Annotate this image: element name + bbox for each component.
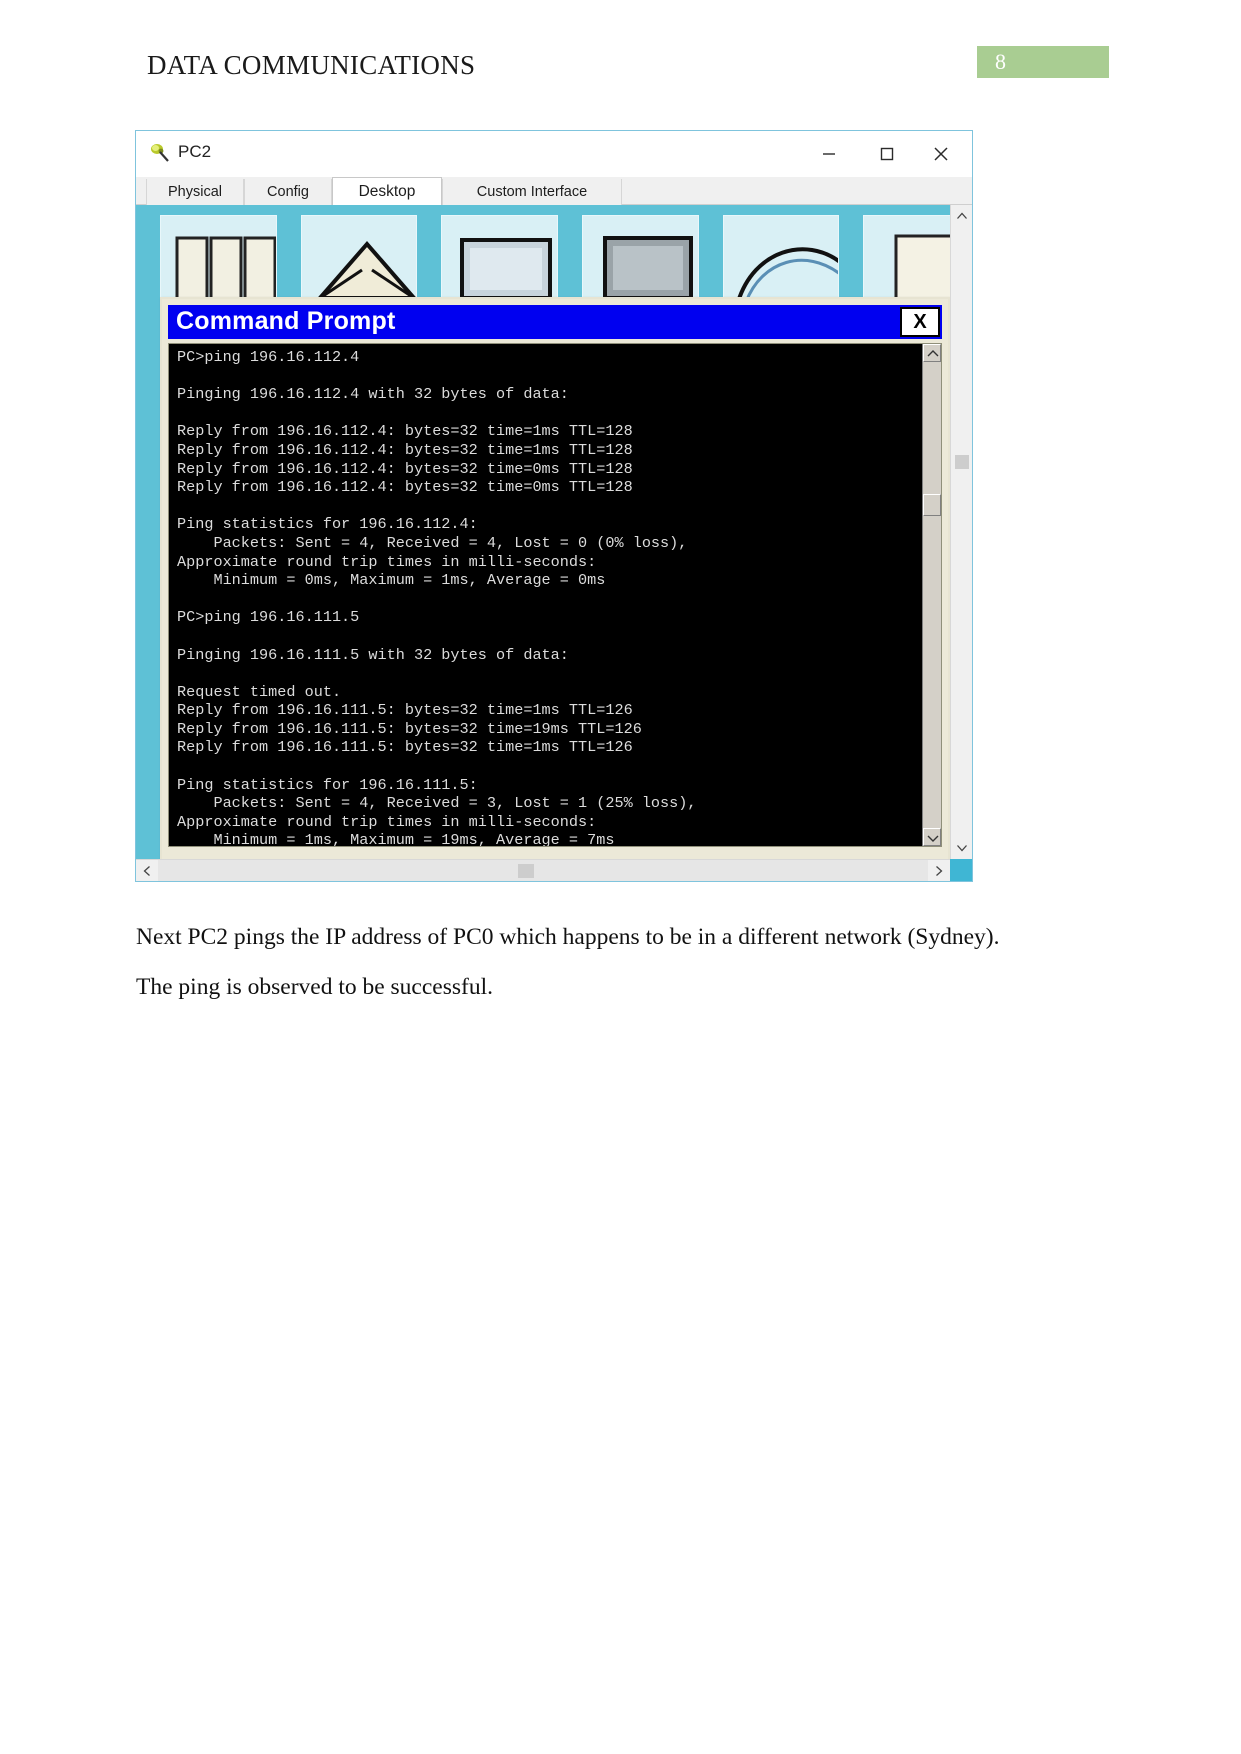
page-header: DATA COMMUNICATIONS 8	[0, 46, 1241, 92]
tab-desktop[interactable]: Desktop	[332, 177, 442, 206]
command-prompt-close-button[interactable]: X	[900, 307, 940, 337]
body-paragraph-2: The ping is observed to be successful.	[136, 974, 493, 1000]
document-title: DATA COMMUNICATIONS	[147, 50, 476, 80]
window-title: PC2	[178, 142, 212, 161]
chevron-up-icon	[957, 212, 967, 219]
close-button[interactable]	[914, 131, 968, 177]
terminal-window-icon	[460, 238, 553, 300]
close-icon	[934, 147, 948, 161]
desktop-scroll-right-button[interactable]	[928, 860, 950, 881]
console-scroll-thumb[interactable]	[923, 494, 941, 516]
desktop-scroll-left-button[interactable]	[136, 860, 158, 881]
desktop-scroll-up-button[interactable]	[951, 205, 972, 227]
window-titlebar: PC2	[136, 131, 972, 177]
desktop-pane: Command Prompt X PC>ping 196.16.112.4 Pi…	[136, 205, 972, 881]
command-prompt-titlebar: Command Prompt X	[168, 305, 942, 339]
chevron-down-icon	[927, 835, 939, 842]
tab-config[interactable]: Config	[244, 179, 332, 205]
packet-tracer-icon	[148, 142, 170, 164]
minimize-button[interactable]	[802, 131, 856, 177]
chevron-down-icon	[957, 845, 967, 852]
page-number: 8	[995, 49, 1006, 74]
desktop-horizontal-scrollbar[interactable]	[136, 859, 950, 881]
hscroll-track	[158, 860, 928, 881]
console-scroll-down-button[interactable]	[923, 828, 941, 846]
device-tabs: Physical Config Desktop Custom Interface	[136, 177, 972, 206]
console-scroll-up-button[interactable]	[923, 344, 941, 362]
body-paragraph-1: Next PC2 pings the IP address of PC0 whi…	[136, 924, 1000, 950]
chevron-left-icon	[143, 866, 150, 876]
tab-custom-interface[interactable]: Custom Interface	[442, 179, 622, 205]
pc2-device-window: PC2 Physical Config Desktop Custom Inter…	[135, 130, 973, 882]
document-icon	[894, 234, 950, 304]
monitor-icon	[603, 236, 694, 300]
desktop-vscroll-thumb[interactable]	[955, 455, 969, 469]
console-vertical-scrollbar[interactable]	[922, 344, 941, 846]
desktop-hscroll-thumb[interactable]	[518, 864, 534, 878]
maximize-icon	[880, 147, 894, 161]
console-output-area[interactable]: PC>ping 196.16.112.4 Pinging 196.16.112.…	[168, 343, 942, 847]
command-prompt-window: Command Prompt X PC>ping 196.16.112.4 Pi…	[160, 297, 950, 859]
envelope-icon	[315, 240, 417, 300]
desktop-vertical-scrollbar[interactable]	[950, 205, 972, 859]
desktop-scroll-down-button[interactable]	[951, 837, 972, 859]
desktop-canvas: Command Prompt X PC>ping 196.16.112.4 Pi…	[136, 205, 950, 859]
minimize-icon	[823, 153, 835, 155]
command-prompt-title: Command Prompt	[176, 307, 396, 335]
scrollbar-corner	[950, 859, 972, 881]
chevron-right-icon	[936, 866, 943, 876]
chevron-up-icon	[927, 350, 939, 357]
console-text: PC>ping 196.16.112.4 Pinging 196.16.112.…	[177, 348, 697, 847]
maximize-button[interactable]	[860, 131, 914, 177]
page-number-badge: 8	[977, 46, 1109, 78]
tab-physical[interactable]: Physical	[146, 179, 244, 205]
globe-icon	[735, 247, 839, 303]
ip-config-icon	[175, 236, 276, 302]
